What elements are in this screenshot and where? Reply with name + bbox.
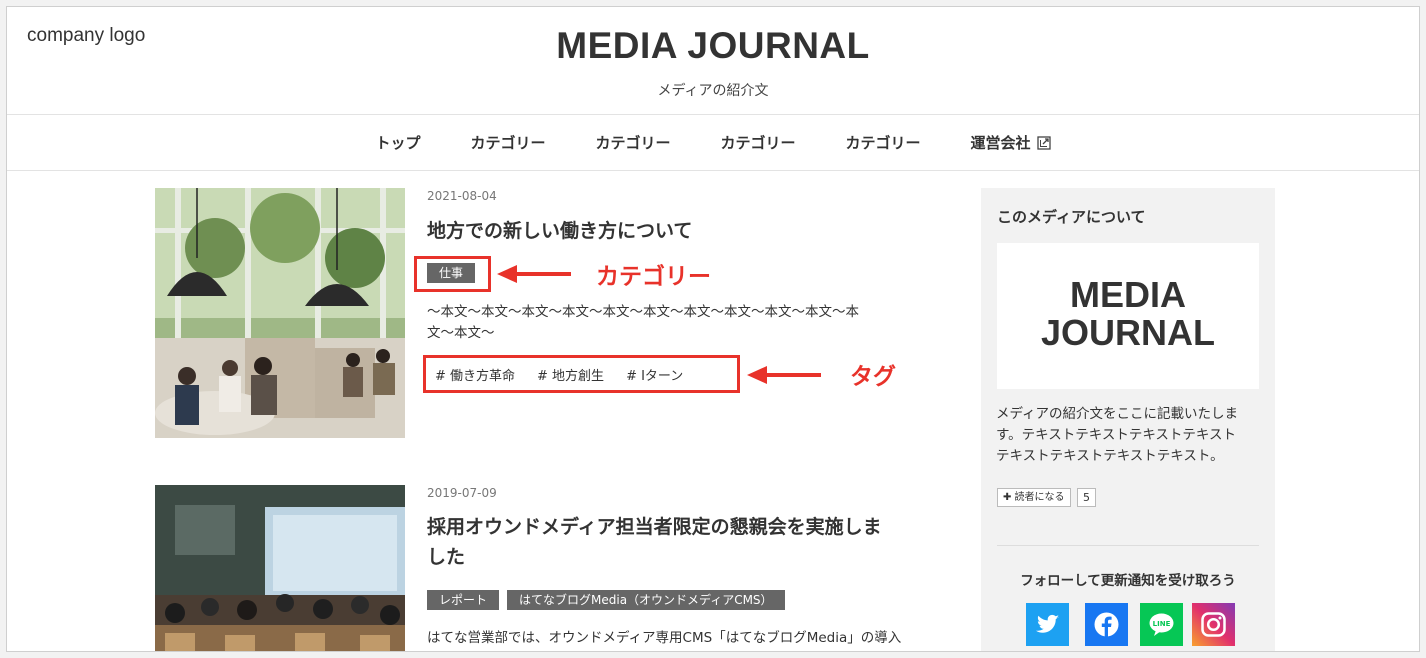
nav-item-category-4[interactable]: カテゴリー: [846, 132, 921, 153]
tag-arrow-icon: [747, 366, 821, 384]
sidebar-logo-line: JOURNAL: [1040, 312, 1215, 353]
article-thumbnail[interactable]: [155, 485, 405, 651]
sidebar-divider: [997, 545, 1259, 546]
follow-prompt: フォローして更新通知を受け取ろう: [1020, 573, 1236, 589]
tag-annotation-label: タグ: [850, 364, 896, 390]
sidebar-description-line: メディアの紹介文をここに記載いたしま: [996, 406, 1239, 422]
site-header: company logo MEDIA JOURNAL メディアの紹介文: [7, 7, 1419, 115]
article-excerpt-line: はてな営業部では、オウンドメディア専用CMS「はてなブログMedia」の導入: [427, 630, 902, 646]
external-link-icon: [1036, 135, 1051, 150]
category-badge[interactable]: レポート: [427, 590, 500, 610]
site-description: メディアの紹介文: [657, 83, 769, 99]
instagram-icon[interactable]: [1192, 603, 1235, 646]
nav-item-company-label: 運営会社: [970, 134, 1031, 152]
nav-item-category-2[interactable]: カテゴリー: [595, 132, 670, 153]
article-title[interactable]: 採用オウンドメディア担当者限定の懇親会を実施しま した: [427, 512, 937, 572]
sidebar-heading: このメディアについて: [997, 208, 1146, 226]
sidebar-description-line: す。テキストテキストテキストテキスト: [996, 427, 1237, 443]
article-thumbnail[interactable]: [155, 188, 405, 438]
article-title-line: 採用オウンドメディア担当者限定の懇親会を実施しま: [427, 516, 882, 538]
article-date: 2021-08-04: [427, 189, 497, 203]
article-excerpt-line: 文〜本文〜: [427, 325, 495, 341]
facebook-icon[interactable]: [1085, 603, 1128, 646]
sidebar-about: このメディアについて MEDIA JOURNAL メディアの紹介文をここに記載い…: [981, 188, 1275, 651]
article-title[interactable]: 地方での新しい働き方について: [427, 216, 692, 246]
sidebar-media-logo: MEDIA JOURNAL: [997, 243, 1259, 389]
nav-item-top[interactable]: トップ: [375, 132, 420, 153]
global-nav: トップ カテゴリー カテゴリー カテゴリー カテゴリー 運営会社: [7, 115, 1419, 171]
subscriber-count: 5: [1077, 488, 1096, 507]
article-title-line: した: [427, 546, 466, 568]
category-arrow-icon: [497, 265, 571, 283]
sidebar-logo-line: MEDIA: [1070, 274, 1186, 315]
twitter-icon[interactable]: [1026, 603, 1069, 646]
category-badge[interactable]: はてなブログMedia（オウンドメディアCMS）: [507, 590, 785, 610]
line-icon[interactable]: LINE: [1140, 603, 1183, 646]
site-title[interactable]: MEDIA JOURNAL: [7, 25, 1419, 67]
article-excerpt: はてな営業部では、オウンドメディア専用CMS「はてなブログMedia」の導入: [427, 628, 947, 649]
nav-item-company[interactable]: 運営会社: [971, 132, 1051, 153]
category-annotation-label: カテゴリー: [596, 264, 711, 290]
article-date: 2019-07-09: [427, 486, 497, 500]
page-frame: company logo MEDIA JOURNAL メディアの紹介文 トップ …: [6, 6, 1420, 652]
nav-item-category-3[interactable]: カテゴリー: [721, 132, 796, 153]
article-excerpt: 〜本文〜本文〜本文〜本文〜本文〜本文〜本文〜本文〜本文〜本文〜本 文〜本文〜: [427, 302, 927, 344]
article-excerpt-line: 〜本文〜本文〜本文〜本文〜本文〜本文〜本文〜本文〜本文〜本文〜本: [427, 304, 859, 320]
sidebar-description: メディアの紹介文をここに記載いたしま す。テキストテキストテキストテキスト テキ…: [996, 404, 1261, 467]
category-highlight-box: [414, 256, 491, 292]
tag-highlight-box: [423, 355, 740, 393]
nav-item-category-1[interactable]: カテゴリー: [470, 132, 545, 153]
sidebar-description-line: テキストテキストテキストテキスト。: [996, 448, 1224, 464]
svg-text:LINE: LINE: [1153, 620, 1171, 628]
subscribe-button[interactable]: ✚ 読者になる: [997, 488, 1071, 507]
